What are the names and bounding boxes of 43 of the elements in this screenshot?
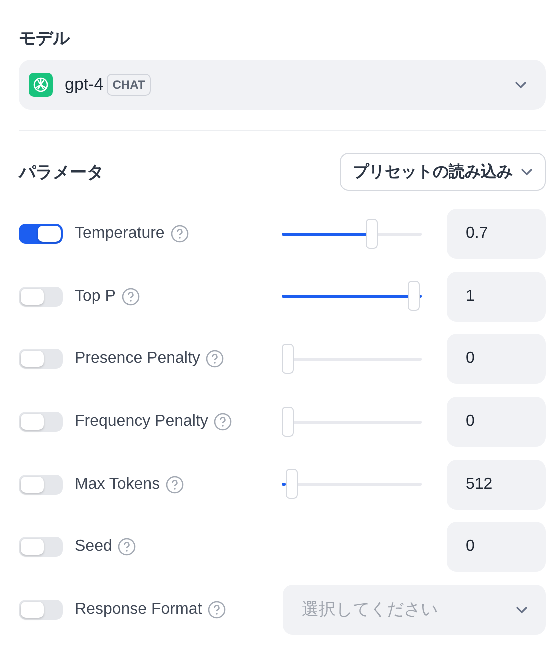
placeholder-text: 選択してください (302, 599, 438, 622)
number-field[interactable]: 0 (447, 522, 546, 572)
chevron-down-icon (521, 168, 533, 176)
toggle-switch[interactable] (19, 600, 63, 620)
section-title: モデル (19, 28, 72, 47)
chevron-down-icon (516, 606, 528, 614)
help-icon (122, 288, 140, 306)
model-name: gpt-4 (65, 75, 104, 95)
help-icon (170, 225, 189, 244)
slider-thumb[interactable] (282, 406, 294, 437)
model-type-tag: CHAT (106, 74, 152, 96)
load-preset-button[interactable]: プリセットの読み込み (340, 153, 546, 191)
help-icon (214, 413, 232, 432)
toggle-switch[interactable] (19, 224, 63, 244)
help-icon (118, 538, 136, 556)
slider-thumb[interactable] (286, 469, 298, 500)
help-icon (208, 600, 226, 619)
toggle-switch[interactable] (19, 474, 63, 495)
parameter-label: Response Format (75, 600, 202, 619)
toggle-switch[interactable] (19, 349, 63, 370)
section-title: パラメータ (19, 162, 104, 184)
model-logo-icon (29, 73, 53, 97)
number-field[interactable]: 0 (447, 334, 546, 384)
help-icon (166, 476, 184, 494)
parameter-label: Presence Penalty (75, 350, 200, 368)
toggle-switch[interactable] (19, 286, 63, 307)
parameter-label: Temperature (75, 225, 165, 244)
parameter-label: Max Tokens (75, 476, 160, 494)
toggle-switch[interactable] (19, 412, 63, 432)
number-field[interactable]: 1 (447, 272, 546, 322)
chevron-down-icon (515, 81, 527, 89)
slider-thumb[interactable] (408, 281, 420, 312)
number-field[interactable]: 0 (447, 397, 546, 448)
slider-thumb[interactable] (282, 344, 294, 374)
model-select[interactable]: gpt-4 CHAT (19, 60, 546, 110)
parameter-label: Seed (75, 538, 112, 556)
toggle-switch[interactable] (19, 537, 63, 558)
number-field[interactable]: 512 (447, 460, 546, 510)
number-field[interactable]: 0.7 (447, 209, 546, 260)
slider-thumb[interactable] (366, 218, 378, 249)
parameter-label: Frequency Penalty (75, 413, 208, 432)
parameter-label: Top P (75, 288, 116, 306)
help-icon (206, 350, 224, 368)
